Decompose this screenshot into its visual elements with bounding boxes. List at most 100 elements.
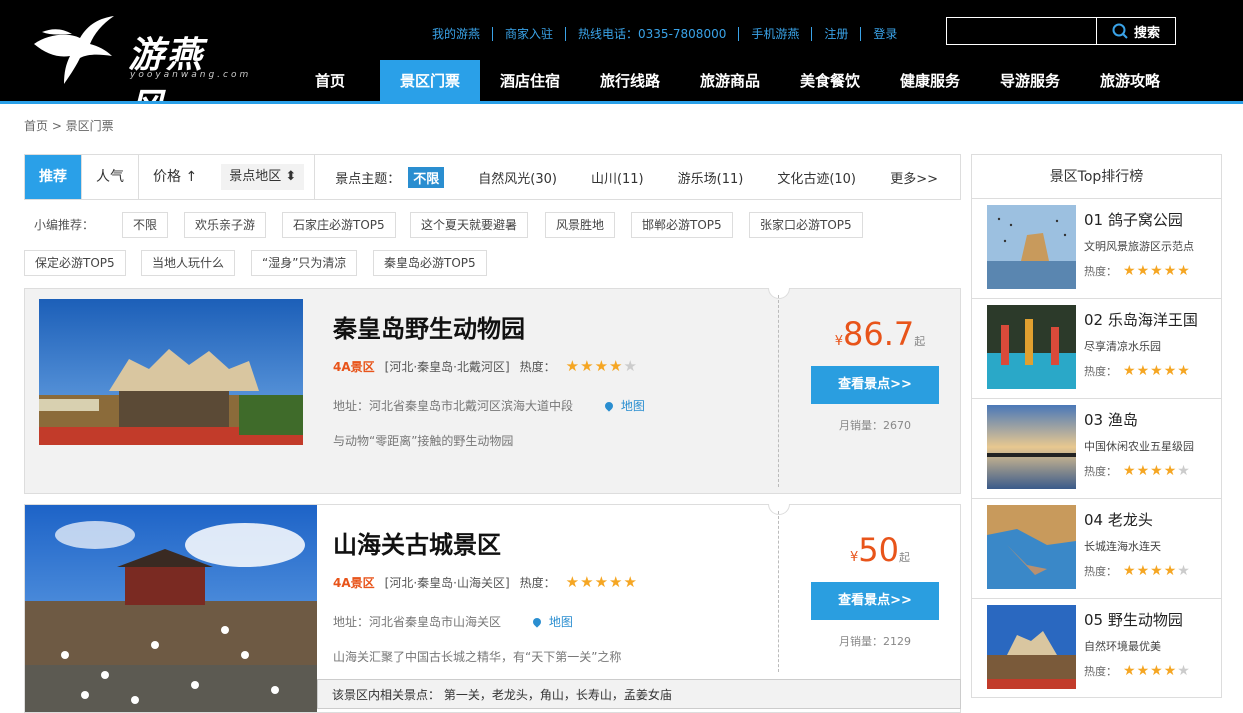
sort-price[interactable]: 价格 ↑ [139,155,211,199]
tag-all[interactable]: 不限 [122,212,169,238]
attraction-address: 地址：河北省秦皇岛市山海关区 [333,615,502,629]
ranking-name[interactable]: 01 鸽子窝公园 [1084,209,1183,230]
attraction-title[interactable]: 山海关古城景区 [333,525,501,560]
ranking-name[interactable]: 02 乐岛海洋王国 [1084,309,1198,330]
ranking-photo[interactable] [987,405,1076,489]
nav-strategy[interactable]: 旅游攻略 [1080,60,1180,102]
tag-local[interactable]: 当地人玩什么 [141,250,236,276]
link-hotline[interactable]: 热线电话：0335-7808000 [566,27,740,41]
search-input[interactable] [947,18,1097,44]
star-filled-icon: ★ [1177,263,1191,279]
top-links: 我的游燕 商家入驻 热线电话：0335-7808000 手机游燕 注册 登录 [420,26,909,42]
ranking-subtitle: 自然环境最优美 [1084,640,1161,653]
attraction-region: [河北·秦皇岛·北戴河区] [384,359,510,374]
ranking-photo[interactable] [987,305,1076,389]
ranking-item[interactable]: 02 乐岛海洋王国 尽享清凉水乐园 热度： ★★★★★ [972,299,1221,399]
star-filled-icon: ★ [1163,663,1178,679]
star-filled-icon: ★ [609,573,624,591]
ranking-photo[interactable] [987,505,1076,589]
view-attraction-button[interactable]: 查看景点>> [811,582,939,620]
view-attraction-button[interactable]: 查看景点>> [811,366,939,404]
card-notch [768,504,790,515]
attraction-photo[interactable] [39,299,303,445]
ranking-heat: 热度： ★★★★★ [1084,563,1191,579]
tag-zhangjiakou[interactable]: 张家口必游TOP5 [749,212,863,238]
ranking-name[interactable]: 03 渔岛 [1084,409,1138,430]
nav-routes[interactable]: 旅行线路 [580,60,680,102]
ranking-name[interactable]: 05 野生动物园 [1084,609,1183,630]
ranking-item[interactable]: 01 鸽子窝公园 文明风景旅游区示范点 热度： ★★★★★ [972,199,1221,299]
nav-food[interactable]: 美食餐饮 [780,60,880,102]
star-filled-icon: ★ [565,573,581,591]
theme-heritage[interactable]: 文化古迹(10) [777,168,856,187]
related-attractions[interactable]: 该景区内相关景点： 第一关，老龙头，角山，长寿山，孟姜女庙 [317,679,961,709]
star-filled-icon: ★ [1150,263,1164,279]
theme-nature[interactable]: 自然风光(30) [478,168,557,187]
rating-stars: ★★★★★ [1123,563,1191,579]
tag-family[interactable]: 欢乐亲子游 [184,212,267,238]
nav-home[interactable]: 首页 [280,60,380,102]
shanhaiguan-photo-image [25,505,317,712]
nav-tickets[interactable]: 景区门票 [380,60,480,102]
tag-handan[interactable]: 邯郸必游TOP5 [631,212,733,238]
link-merchant[interactable]: 商家入驻 [493,27,567,41]
ranking-photo[interactable] [987,205,1076,289]
tag-scenic[interactable]: 风景胜地 [545,212,616,238]
sort-recommend[interactable]: 推荐 [25,155,82,199]
attraction-card: 山海关古城景区 4A景区 [河北·秦皇岛·山海关区] 热度： ★★★★★ 地址：… [24,504,961,713]
filter-bar: 推荐 人气 价格 ↑ 景点地区 ⬍ 景点主题： 不限 自然风光(30) 山川(1… [24,154,961,200]
map-link[interactable]: 地图 [603,399,645,413]
theme-more-link[interactable]: 更多>> [890,168,938,187]
tag-summer[interactable]: 这个夏天就要避暑 [410,212,529,238]
star-filled-icon: ★ [1136,563,1151,579]
attraction-meta: 4A景区 [河北·秦皇岛·北戴河区] 热度： ★★★★★ [333,357,638,375]
link-register[interactable]: 注册 [812,27,862,41]
theme-mountains[interactable]: 山川(11) [591,168,644,187]
ranking-heat: 热度： ★★★★★ [1084,363,1191,379]
star-filled-icon: ★ [1123,563,1137,579]
card-divider [778,295,779,487]
link-mobile[interactable]: 手机游燕 [739,27,813,41]
theme-amusement[interactable]: 游乐场(11) [678,168,744,187]
ranking-photo[interactable] [987,605,1076,689]
ranking-name[interactable]: 04 老龙头 [1084,509,1153,530]
zoo-photo-image [39,299,303,445]
ranking-item[interactable]: 03 渔岛 中国休闲农业五星级园 热度： ★★★★★ [972,399,1221,499]
attraction-address-row: 地址：河北省秦皇岛市山海关区 地图 [333,613,573,630]
map-link[interactable]: 地图 [531,615,573,629]
tag-qinhuangdao[interactable]: 秦皇岛必游TOP5 [373,250,487,276]
ranking-subtitle: 文明风景旅游区示范点 [1084,240,1194,253]
map-pin-icon [531,616,543,628]
star-filled-icon: ★ [1150,563,1164,579]
level-badge: 4A景区 [333,575,375,590]
star-filled-icon: ★ [1136,263,1151,279]
star-filled-icon: ★ [565,357,581,375]
tag-water[interactable]: “湿身”只为清凉 [251,250,358,276]
theme-filter: 景点主题： 不限 自然风光(30) 山川(11) 游乐场(11) 文化古迹(10… [314,155,960,199]
ranking-item[interactable]: 05 野生动物园 自然环境最优美 热度： ★★★★★ [972,599,1221,699]
attraction-photo[interactable] [25,505,317,712]
nav-products[interactable]: 旅游商品 [680,60,780,102]
star-filled-icon: ★ [623,573,638,591]
attraction-meta: 4A景区 [河北·秦皇岛·山海关区] 热度： ★★★★★ [333,573,638,591]
star-filled-icon: ★ [1163,363,1178,379]
star-filled-icon: ★ [1123,463,1137,479]
attraction-title[interactable]: 秦皇岛野生动物园 [333,309,525,344]
nav-guides[interactable]: 导游服务 [980,60,1080,102]
region-select[interactable]: 景点地区 ⬍ [221,164,305,190]
sort-popular[interactable]: 人气 [82,155,139,199]
star-filled-icon: ★ [1150,663,1164,679]
site-logo[interactable]: 游燕风 yooyanwang.com [28,12,248,128]
tag-shijiazhuang[interactable]: 石家庄必游TOP5 [282,212,396,238]
link-login[interactable]: 登录 [861,27,909,41]
theme-all[interactable]: 不限 [408,166,445,188]
star-filled-icon: ★ [1136,463,1151,479]
nav-health[interactable]: 健康服务 [880,60,980,102]
search-button[interactable]: 搜索 [1097,18,1175,44]
link-my-account[interactable]: 我的游燕 [420,27,494,41]
ranking-item[interactable]: 04 老龙头 长城连海水连天 热度： ★★★★★ [972,499,1221,599]
card-divider [778,511,779,672]
tag-baoding[interactable]: 保定必游TOP5 [24,250,126,276]
breadcrumb[interactable]: 首页 > 景区门票 [24,117,114,134]
nav-hotels[interactable]: 酒店住宿 [480,60,580,102]
